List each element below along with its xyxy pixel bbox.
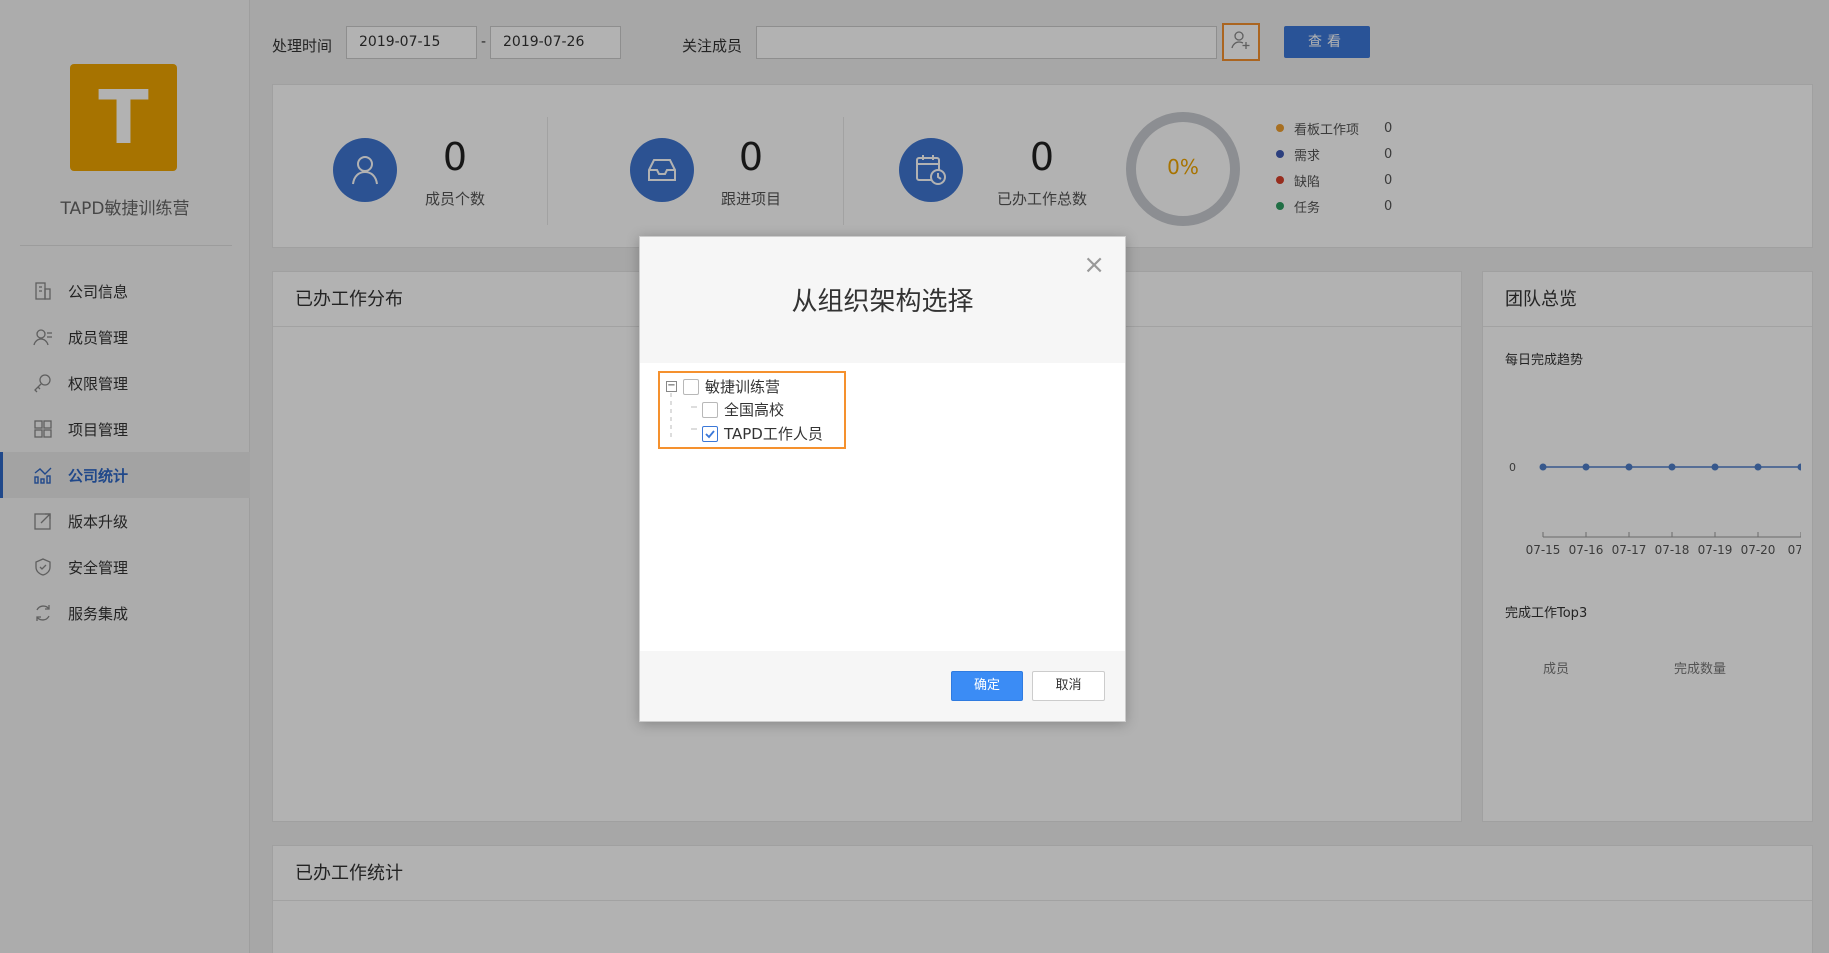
collapse-icon[interactable]: −: [666, 381, 677, 392]
tree-node-label: 全国高校: [724, 401, 785, 419]
tree-node-label: 敏捷训练营: [705, 378, 781, 396]
close-icon[interactable]: ×: [1083, 252, 1105, 278]
dialog-title: 从组织架构选择: [791, 287, 974, 317]
checkbox-universities[interactable]: [702, 401, 718, 418]
tree-connector: [670, 393, 697, 437]
org-select-dialog: 从组织架构选择 × − 敏捷训练营 全国高校 TAPD工作人员 确定 取消: [639, 236, 1126, 722]
confirm-button[interactable]: 确定: [951, 671, 1023, 701]
dialog-header: 从组织架构选择 ×: [640, 237, 1125, 363]
tree-node-label: TAPD工作人员: [724, 425, 823, 443]
org-tree: − 敏捷训练营 全国高校 TAPD工作人员: [658, 371, 846, 449]
cancel-button[interactable]: 取消: [1032, 671, 1105, 701]
check-icon: [705, 429, 715, 438]
tree-node-tapd-staff[interactable]: TAPD工作人员: [702, 423, 823, 444]
checkbox-tapd-staff[interactable]: [702, 425, 718, 442]
tree-node-universities[interactable]: 全国高校: [702, 399, 784, 420]
